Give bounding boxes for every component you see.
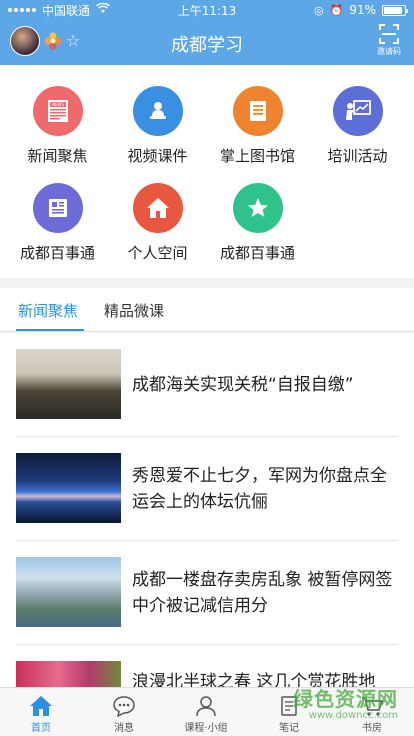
function-grid: NEWS 新闻聚焦 视频课件 掌上图书馆 培训活动 成都百事通 个人空间 成都百… xyxy=(0,65,414,278)
bottom-nav: 首页 消息 课程·小组 笔记 书房 xyxy=(0,687,414,736)
grid-item-video[interactable]: 视频课件 xyxy=(106,86,209,166)
signal-icon xyxy=(8,8,36,12)
grid-item-baishitong[interactable]: 成都百事通 xyxy=(6,183,109,263)
grid-item-label: 培训活动 xyxy=(327,147,388,165)
tab-news-focus[interactable]: 新闻聚焦 xyxy=(18,300,78,321)
nav-notes[interactable]: 笔记 xyxy=(254,688,324,736)
grid-item-library[interactable]: 掌上图书馆 xyxy=(206,86,309,166)
nav-label: 书房 xyxy=(362,723,382,734)
list-item[interactable]: 浪漫北半球之春 这几个赏花胜地 xyxy=(16,645,398,687)
alarm-icon: ⏰ xyxy=(329,3,344,17)
news-title: 成都一楼盘存卖房乱象 被暂停网签中介被记减信用分 xyxy=(132,570,393,616)
nav-courses-groups[interactable]: 课程·小组 xyxy=(171,688,241,736)
nav-label: 消息 xyxy=(114,723,134,734)
star-icon xyxy=(232,183,283,233)
document-icon xyxy=(32,183,83,233)
list-item[interactable]: 成都海关实现关税“自报自缴” xyxy=(16,333,398,437)
nav-label: 课程·小组 xyxy=(184,723,228,734)
news-thumbnail xyxy=(16,661,121,687)
location-icon: ◎ xyxy=(314,3,324,17)
person-icon xyxy=(193,693,219,719)
invite-code-label: 邀请码 xyxy=(377,47,401,56)
nav-label: 首页 xyxy=(31,723,51,734)
note-icon xyxy=(276,693,302,719)
grid-item-label: 新闻聚焦 xyxy=(27,147,88,165)
newspaper-icon: NEWS xyxy=(32,86,83,136)
svg-text:NEWS: NEWS xyxy=(51,102,63,107)
chat-bubble-icon xyxy=(111,693,137,719)
tab-micro-courses[interactable]: 精品微课 xyxy=(104,300,164,321)
presenter-icon xyxy=(132,86,183,136)
wifi-icon xyxy=(96,2,110,17)
nav-label: 笔记 xyxy=(279,723,299,734)
book-icon xyxy=(232,86,283,136)
news-list: 成都海关实现关税“自报自缴” 秀恩爱不止七夕，军网为你盘点全运会上的体坛伉俪 成… xyxy=(0,333,414,687)
grid-item-label: 个人空间 xyxy=(127,244,188,262)
training-board-icon xyxy=(332,86,383,136)
list-item[interactable]: 秀恩爱不止七夕，军网为你盘点全运会上的体坛伉俪 xyxy=(16,437,398,541)
status-bar: 中国联通 上午11:13 ◎ ⏰ 91% xyxy=(0,0,414,20)
news-title: 秀恩爱不止七夕，军网为你盘点全运会上的体坛伉俪 xyxy=(132,466,387,512)
grid-item-label: 成都百事通 xyxy=(19,244,95,262)
nav-home[interactable]: 首页 xyxy=(6,688,76,736)
home-icon xyxy=(28,693,54,719)
app-header: ☆ 成都学习 邀请码 xyxy=(0,20,414,65)
nav-messages[interactable]: 消息 xyxy=(89,688,159,736)
news-title: 成都海关实现关税“自报自缴” xyxy=(132,375,354,395)
news-title: 浪漫北半球之春 这几个赏花胜地 xyxy=(132,672,376,687)
content-tabs: 新闻聚焦 精品微课 xyxy=(0,288,414,332)
news-thumbnail xyxy=(16,557,121,627)
grid-item-label: 掌上图书馆 xyxy=(219,147,295,165)
page-title: 成都学习 xyxy=(171,35,243,56)
list-item[interactable]: 成都一楼盘存卖房乱象 被暂停网签中介被记减信用分 xyxy=(16,541,398,645)
grid-item-personal-space[interactable]: 个人空间 xyxy=(106,183,209,263)
battery-icon xyxy=(382,4,408,16)
grid-item-baishitong-2[interactable]: 成都百事通 xyxy=(206,183,309,263)
grid-item-news[interactable]: NEWS 新闻聚焦 xyxy=(6,86,109,166)
grid-item-label: 视频课件 xyxy=(127,147,188,165)
home-icon xyxy=(132,183,183,233)
news-thumbnail xyxy=(16,349,121,419)
invite-code-button[interactable]: 邀请码 xyxy=(374,24,404,57)
news-thumbnail xyxy=(16,453,121,523)
active-tab-indicator xyxy=(16,329,84,331)
scan-icon xyxy=(379,24,399,44)
grid-item-label: 成都百事通 xyxy=(219,244,295,262)
clock: 上午11:13 xyxy=(177,3,237,18)
cart-icon xyxy=(359,693,385,719)
nav-study-room[interactable]: 书房 xyxy=(337,688,407,736)
carrier-label: 中国联通 xyxy=(42,3,91,18)
grid-item-training[interactable]: 培训活动 xyxy=(306,86,409,166)
battery-percent: 91% xyxy=(349,3,376,17)
